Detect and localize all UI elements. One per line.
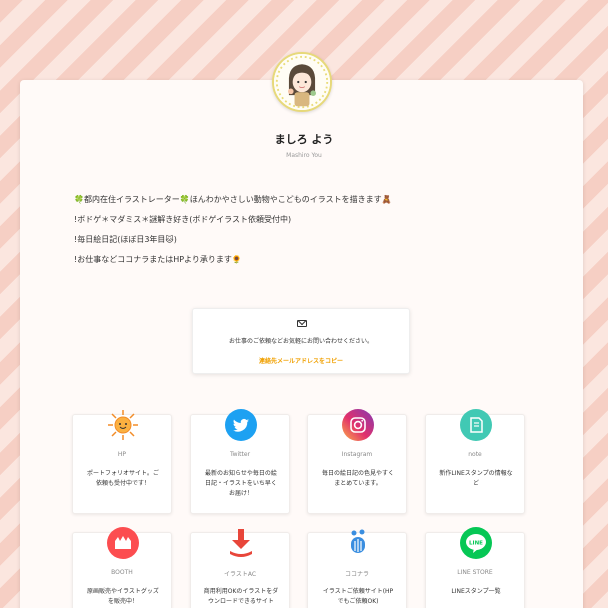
twitter-icon [225,409,257,441]
link-title: ココナラ [344,571,369,578]
link-card-coconala[interactable]: ココナラ イラストご依頼サイト(HPでもご依頼OK) [307,529,407,608]
link-title: イラストAC [223,571,257,578]
link-desc: 最新のお知らせや毎日の絵日記・イラストをいち早くお届け！ [205,470,277,497]
link-title: HP [117,451,127,458]
svg-text:LINE: LINE [469,541,483,547]
instagram-icon [342,409,374,441]
link-card-hp[interactable]: HP ポートフォリオサイト。ご依頼も受付中です！ [72,410,172,514]
link-desc: 原画販売やイラストグッズを販売中！ [87,588,159,605]
link-card-illustac[interactable]: イラストAC 商用利用OKのイラストをダウンロードできるサイト [190,529,290,608]
link-card-note[interactable]: note 新作LINEスタンプの情報など [425,409,525,514]
link-card-twitter[interactable]: Twitter 最新のお知らせや毎日の絵日記・イラストをいち早くお届け！ [190,409,290,514]
link-title: LINE STORE [457,569,493,576]
bio: 🍀都内在住イラストレーター🍀ほんわかやさしい動物やこどものイラストを描きます🧸 … [74,194,514,274]
link-desc: イラストご依頼サイト(HPでもご依頼OK) [322,588,394,605]
coconala-icon [342,527,374,559]
contact-text: お仕事のご依頼などお気軽にお問い合わせください。 [228,338,373,345]
link-card-instagram[interactable]: Instagram 毎日の絵日記の色見やすくまとめています。 [307,409,407,514]
link-title: Instagram [341,451,373,458]
line-icon: LINE [460,527,492,559]
link-title: note [468,451,482,458]
link-desc: 毎日の絵日記の色見やすくまとめています。 [321,470,394,487]
link-title: Twitter [229,451,251,458]
profile-name: ましろ よう [274,133,334,146]
profile-subname: Mashiro You [286,152,322,159]
link-desc: 新作LINEスタンプの情報など [439,470,513,487]
booth-icon [107,527,139,559]
copy-email-button[interactable]: 連絡先メールアドレスをコピー [193,356,409,365]
avatar[interactable] [272,52,332,112]
link-desc: ポートフォリオサイト。ご依頼も受付中です！ [87,470,159,487]
sun-icon [107,409,139,441]
bio-line: !ボドゲ＊マダミス＊謎解き好き(ボドゲイラスト依頼受付中) [74,215,292,224]
bio-line: !毎日絵日記(ほぼ日3年目🐱) [74,235,177,244]
link-card-booth[interactable]: BOOTH 原画販売やイラストグッズを販売中！ [72,527,172,608]
link-card-line-store[interactable]: LINE LINE STORE LINEスタンプ一覧 [425,527,525,608]
contact-box: お仕事のご依頼などお気軽にお問い合わせください。 連絡先メールアドレスをコピー [192,308,410,374]
mail-icon [297,320,307,327]
link-title: BOOTH [111,569,133,576]
download-icon [225,527,257,559]
link-desc: 商用利用OKのイラストをダウンロードできるサイト [203,588,279,605]
avatar-illustration [274,54,330,110]
link-desc: LINEスタンプ一覧 [451,588,501,595]
note-icon [460,409,492,441]
bio-line: 🍀都内在住イラストレーター🍀ほんわかやさしい動物やこどものイラストを描きます🧸 [74,195,392,204]
bio-line: !お仕事などココナラまたはHPより承ります🌻 [74,255,242,264]
